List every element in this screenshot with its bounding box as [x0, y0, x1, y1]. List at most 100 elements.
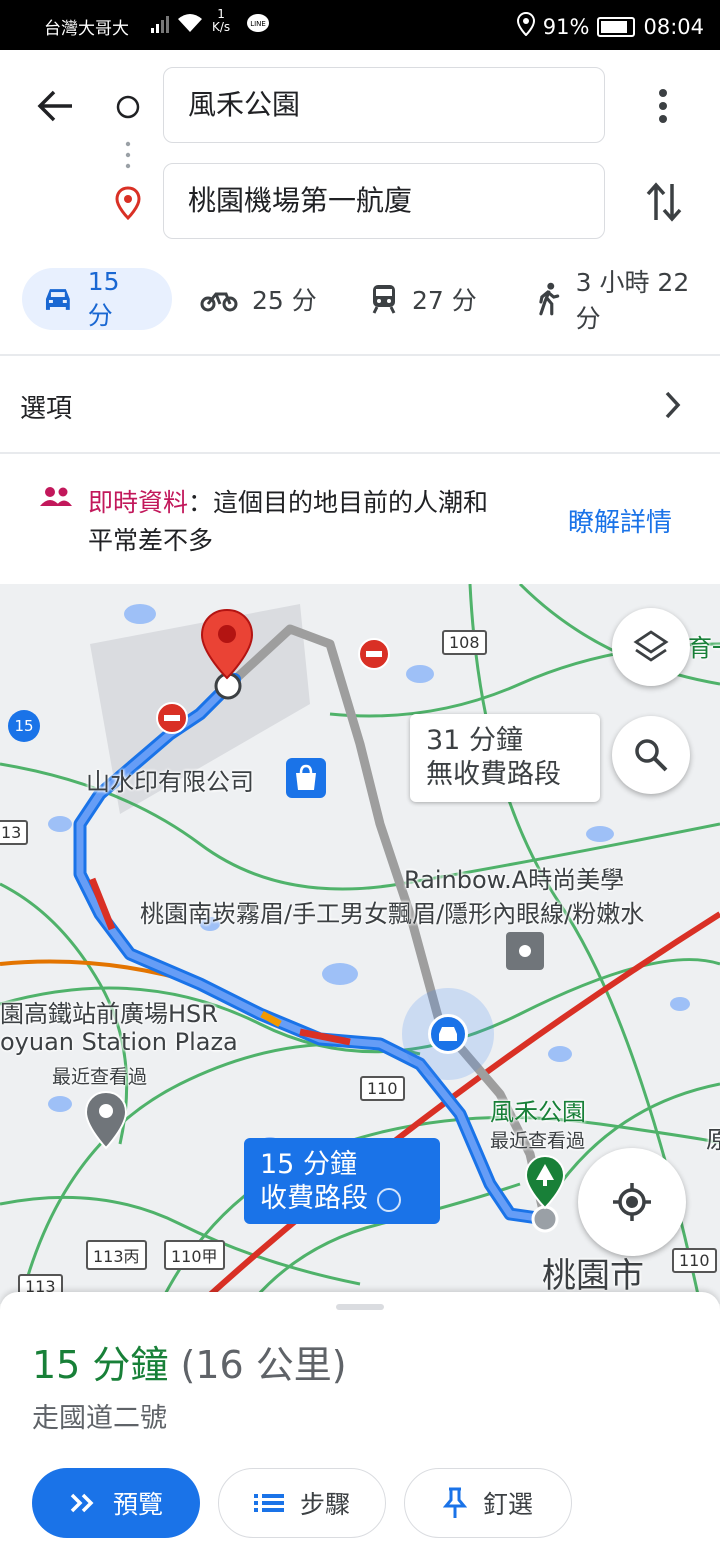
main-route-callout[interactable]: 15 分鐘 收費路段	[244, 1138, 440, 1224]
main-route-type: 收費路段	[260, 1183, 368, 1214]
crowd-icon	[40, 486, 72, 512]
place-marker-icon[interactable]	[506, 932, 544, 970]
options-label: 選項	[20, 394, 73, 424]
steps-button[interactable]: 步驟	[218, 1468, 386, 1538]
shopping-bag-icon[interactable]	[286, 758, 326, 798]
map-label-hsr-1[interactable]: 園高鐵站前廣場HSR	[0, 994, 218, 1029]
recent-place-pin-icon[interactable]	[84, 1090, 128, 1154]
my-location-button[interactable]	[578, 1148, 686, 1256]
train-icon	[372, 285, 396, 314]
search-icon	[635, 739, 668, 772]
clock: 08:04	[643, 14, 704, 39]
route-dots-icon	[125, 140, 131, 178]
map-label-edge: 育一	[688, 634, 720, 662]
preview-button[interactable]: 預覽	[32, 1468, 200, 1538]
battery-icon	[597, 16, 636, 37]
mode-transit-tab[interactable]: 27 分	[370, 268, 477, 330]
mode-motorcycle-tab[interactable]: 25 分	[200, 268, 317, 330]
pin-icon	[442, 1487, 467, 1518]
map-view[interactable]: 108 15 13 110 113丙 110甲 113 110 山水印有限公司 …	[0, 584, 720, 1304]
route-summary-sheet[interactable]: 15 分鐘 (16 公里) 走國道二號 預覽 步驟 釘選	[0, 1292, 720, 1560]
steps-label: 步驟	[299, 1490, 350, 1519]
drag-handle[interactable]	[336, 1304, 384, 1310]
divider	[0, 452, 720, 454]
layers-icon	[633, 630, 669, 662]
preview-label: 預覽	[112, 1490, 163, 1519]
map-label-park[interactable]: 風禾公園	[490, 1092, 586, 1127]
more-options-button[interactable]	[650, 86, 676, 130]
road-closure-icon	[358, 638, 390, 674]
mode-walk-tab[interactable]: 3 小時 22 分	[536, 268, 720, 333]
map-label-hsr-2[interactable]: oyuan Station Plaza	[0, 1028, 238, 1056]
origin-field[interactable]: 風禾公園	[163, 67, 605, 143]
live-info-line1: ：這個目的地目前的人潮和	[188, 488, 489, 517]
pin-button[interactable]: 釘選	[404, 1468, 572, 1538]
line-app-icon: LINE	[246, 12, 270, 40]
layers-button[interactable]	[612, 608, 690, 686]
main-route-duration: 15 分鐘	[260, 1149, 357, 1180]
route-summary: 15 分鐘 (16 公里)	[32, 1334, 347, 1389]
map-label-edge: 原	[706, 1126, 720, 1154]
swap-button[interactable]	[644, 180, 684, 228]
search-along-route-button[interactable]	[612, 716, 690, 794]
live-info-line2: 平常差不多	[88, 526, 214, 555]
alt-route-callout[interactable]: 31 分鐘 無收費路段	[410, 714, 600, 802]
battery-percent: 91%	[542, 14, 590, 39]
park-tree-icon[interactable]	[524, 1154, 566, 1214]
mode-walk-label: 3 小時 22 分	[575, 268, 690, 333]
mode-transit-label: 27 分	[412, 286, 477, 315]
road-shield: 108	[442, 630, 487, 655]
destination-marker-icon[interactable]	[200, 608, 254, 684]
route-distance: (16 公里)	[180, 1343, 347, 1387]
svg-text:LINE: LINE	[250, 20, 266, 28]
double-chevron-icon	[70, 1493, 94, 1513]
road-shield: 110甲	[164, 1240, 225, 1270]
map-label-rainbow[interactable]: Rainbow.A時尚美學	[404, 860, 624, 895]
back-button[interactable]	[36, 86, 76, 130]
swap-icon	[646, 182, 682, 222]
wifi-icon	[176, 12, 204, 38]
road-shield: 113丙	[86, 1240, 147, 1270]
road-shield: 110	[672, 1248, 717, 1273]
network-speed: 1 K/s	[212, 8, 230, 34]
my-location-icon	[613, 1183, 651, 1221]
motorcycle-icon	[200, 292, 238, 312]
list-icon	[253, 1494, 284, 1512]
options-row[interactable]: 選項	[0, 356, 720, 452]
alt-route-type: 無收費路段	[426, 759, 561, 790]
mode-drive-tab[interactable]: 15 分	[22, 266, 172, 330]
chevron-right-icon	[665, 391, 681, 419]
alt-route-duration: 31 分鐘	[426, 725, 523, 756]
back-arrow-icon	[37, 90, 72, 122]
highway-shield: 15	[8, 710, 40, 742]
map-label-park-recent: 最近查看過	[490, 1130, 586, 1152]
car-icon	[45, 289, 70, 310]
destination-field[interactable]: 桃園機場第一航廈	[163, 163, 605, 239]
mode-motorcycle-label: 25 分	[252, 286, 317, 315]
walk-icon	[539, 282, 560, 316]
route-duration: 15 分鐘	[32, 1343, 169, 1387]
live-info-title: 即時資料	[88, 488, 189, 517]
mode-drive-label: 15 分	[87, 266, 120, 330]
map-label-shop[interactable]: 桃園南崁霧眉/手工男女飄眉/隱形內眼線/粉嫩水	[140, 894, 720, 929]
location-icon	[516, 11, 535, 41]
more-vert-icon	[659, 89, 667, 123]
carrier-name: 台灣大哥大	[44, 19, 129, 39]
car-icon	[439, 1027, 457, 1041]
map-label-company[interactable]: 山水印有限公司	[86, 762, 254, 797]
map-label-hsr-recent: 最近查看過	[52, 1066, 148, 1088]
origin-circle-icon	[115, 94, 141, 124]
pin-label: 釘選	[482, 1490, 533, 1519]
road-shield: 13	[0, 820, 29, 845]
status-right: 91% 08:04	[516, 11, 704, 41]
live-info-text: 即時資料：這個目的地目前的人潮和 平常差不多	[88, 484, 558, 560]
speed-unit: K/s	[212, 20, 231, 34]
destination-pin-icon	[114, 186, 142, 224]
learn-more-link[interactable]: 瞭解詳情	[568, 502, 672, 539]
car-location-marker	[428, 1014, 468, 1054]
signal-icon	[150, 14, 172, 38]
route-via: 走國道二號	[32, 1403, 167, 1434]
status-bar: 台灣大哥大 1 K/s LINE 91% 08:04	[0, 0, 720, 50]
toll-info-icon	[376, 1187, 401, 1212]
road-closure-icon	[156, 702, 188, 738]
